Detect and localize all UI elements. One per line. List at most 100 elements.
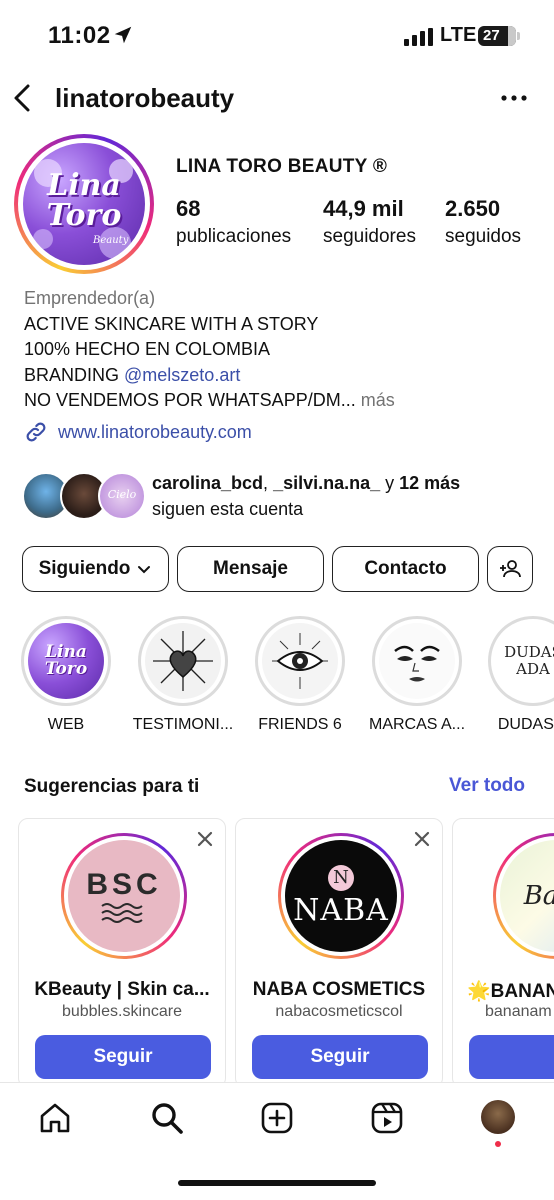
more-horizontal-icon[interactable] [500,86,528,110]
waves-icon [101,903,143,923]
battery-tip [517,32,520,40]
location-arrow-icon [114,26,132,44]
suggestion-name: KBeauty | Skin ca... [34,979,210,1000]
suggestion-logo-text: NABA [293,892,389,928]
bio-category: Emprendedor(a) [24,288,156,308]
others-count: 12 más [399,473,461,493]
separator-text: y [380,473,400,493]
stat-value: 2.650 [445,196,501,221]
follow-button[interactable]: Seguir [35,1035,211,1079]
chevron-down-icon [138,566,151,574]
highlight-label: MARCAS A... [368,716,466,733]
suggestion-handle: bananam [485,1003,552,1020]
see-all-link[interactable]: Ver todo [449,775,525,797]
highlight-item[interactable]: Lina Toro WEB [20,616,112,734]
suggestion-card[interactable]: BSC KBeauty | Skin ca... bubbles.skincar… [18,818,226,1088]
stat-value: 68 [176,196,201,221]
message-label: Mensaje [213,558,288,579]
suggestion-card[interactable]: Ba 🌟BANANA bananam Seguir [452,818,554,1088]
following-label: Siguiendo [38,558,131,579]
followed-by-text: carolina_bcd, _silvi.na.na_ y 12 más sig… [152,470,460,522]
battery-level: 27 [483,27,500,44]
highlight-label: DUDAS A [497,716,554,733]
stat-posts[interactable]: 68 publicaciones [176,196,291,248]
bio-mention-link[interactable]: @melszeto.art [124,365,240,385]
suggestion-name: NABA COSMETICS [252,979,426,1000]
profile-avatar[interactable]: Lina Toro Beauty [14,134,154,274]
highlight-cover-text: Lina Toro [44,642,88,679]
highlight-label: WEB [47,716,85,733]
suggestion-card[interactable]: N NABA NABA COSMETICS nabacosmeticscol S… [235,818,443,1088]
bio-website-link[interactable]: www.linatorobeauty.com [24,420,544,446]
avatar-brand-sub: Beauty [93,235,129,246]
follower-username[interactable]: carolina_bcd [152,473,263,493]
stat-followers[interactable]: 44,9 mil seguidores [323,196,416,248]
suggestion-name: 🌟BANANA [467,981,554,1002]
stat-label: publicaciones [176,226,292,247]
suggestion-logo-text: Ba [523,881,554,911]
close-icon[interactable] [414,831,430,847]
follower-avatar-text: Cielo [107,488,137,501]
suggestions-title: Sugerencias para ti [24,776,200,797]
avatar-logo: Lina Toro Beauty [23,143,145,265]
bio-line: 100% HECHO EN COLOMBIA [24,339,271,359]
bio-line-text: BRANDING [24,364,125,385]
bio-line: ACTIVE SKINCARE WITH A STORY [24,313,319,334]
stat-label: seguidos [445,226,522,247]
suggested-users-button[interactable] [487,546,533,592]
separator-text: , [263,473,274,493]
home-icon[interactable] [38,1101,72,1135]
highlight-cover [262,623,338,699]
followed-by-row[interactable]: Cielo carolina_bcd, _silvi.na.na_ y 12 m… [22,470,542,522]
follower-username[interactable]: _silvi.na.na_ [273,473,380,493]
status-bar: 11:02 LTE 27 [0,0,554,74]
battery-icon: 27 [478,26,516,46]
suggestion-avatar: BSC [68,840,180,952]
bio-more-link[interactable]: más [361,390,395,410]
cellular-signal-icon [404,28,433,46]
follow-button[interactable]: Seguir [469,1035,554,1079]
highlight-item[interactable]: TESTIMONI... [133,616,233,734]
profile-header: linatorobeauty [0,74,554,124]
link-icon [26,422,46,442]
message-button[interactable]: Mensaje [177,546,324,592]
suggestion-handle: bubbles.skincare [61,1003,183,1020]
suggestion-logo-mark: N [328,864,354,891]
suggestion-avatar: N NABA [285,840,397,952]
contact-label: Contacto [364,558,447,579]
avatar-brand-text: Lina Toro [46,168,122,233]
highlight-cover: Lina Toro [28,623,104,699]
search-icon[interactable] [150,1101,184,1135]
close-icon[interactable] [197,831,213,847]
profile-tab-avatar[interactable] [481,1100,515,1134]
highlight-label: TESTIMONI... [132,716,234,733]
highlight-item[interactable]: DUDAS ADA DUDAS A [487,616,554,734]
bio-line: BRANDING @melszeto.art [24,363,544,389]
following-button[interactable]: Siguiendo [22,546,169,592]
notification-dot [495,1141,501,1147]
highlight-cover: DUDAS ADA [495,623,554,699]
contact-button[interactable]: Contacto [332,546,479,592]
profile-bio: Emprendedor(a) ACTIVE SKINCARE WITH A ST… [24,286,544,445]
reels-icon[interactable] [370,1101,404,1135]
stat-following[interactable]: 2.650 seguidos [445,196,521,248]
bio-line-text: NO VENDEMOS POR WHATSAPP/DM... [24,390,356,410]
highlight-cover-text: DUDAS ADA [504,643,554,678]
header-username: linatorobeauty [55,83,235,113]
highlight-item[interactable]: FRIENDS 6 [254,616,346,734]
follow-button[interactable]: Seguir [252,1035,428,1079]
follower-avatar: Cielo [98,472,146,520]
network-type: LTE [440,24,477,46]
website-url: www.linatorobeauty.com [58,421,252,442]
chevron-left-icon[interactable] [10,82,34,114]
plus-square-icon[interactable] [260,1101,294,1135]
suggestion-handle: nabacosmeticscol [275,1003,403,1020]
suggestion-avatar: Ba [500,840,554,952]
follow-label: Seguir [93,1046,153,1067]
status-time: 11:02 [48,22,111,49]
highlight-item[interactable]: MARCAS A... [369,616,465,734]
followed-by-suffix: siguen esta cuenta [152,499,304,519]
home-indicator [178,1180,376,1186]
follow-label: Seguir [310,1046,370,1067]
highlight-cover [379,623,455,699]
